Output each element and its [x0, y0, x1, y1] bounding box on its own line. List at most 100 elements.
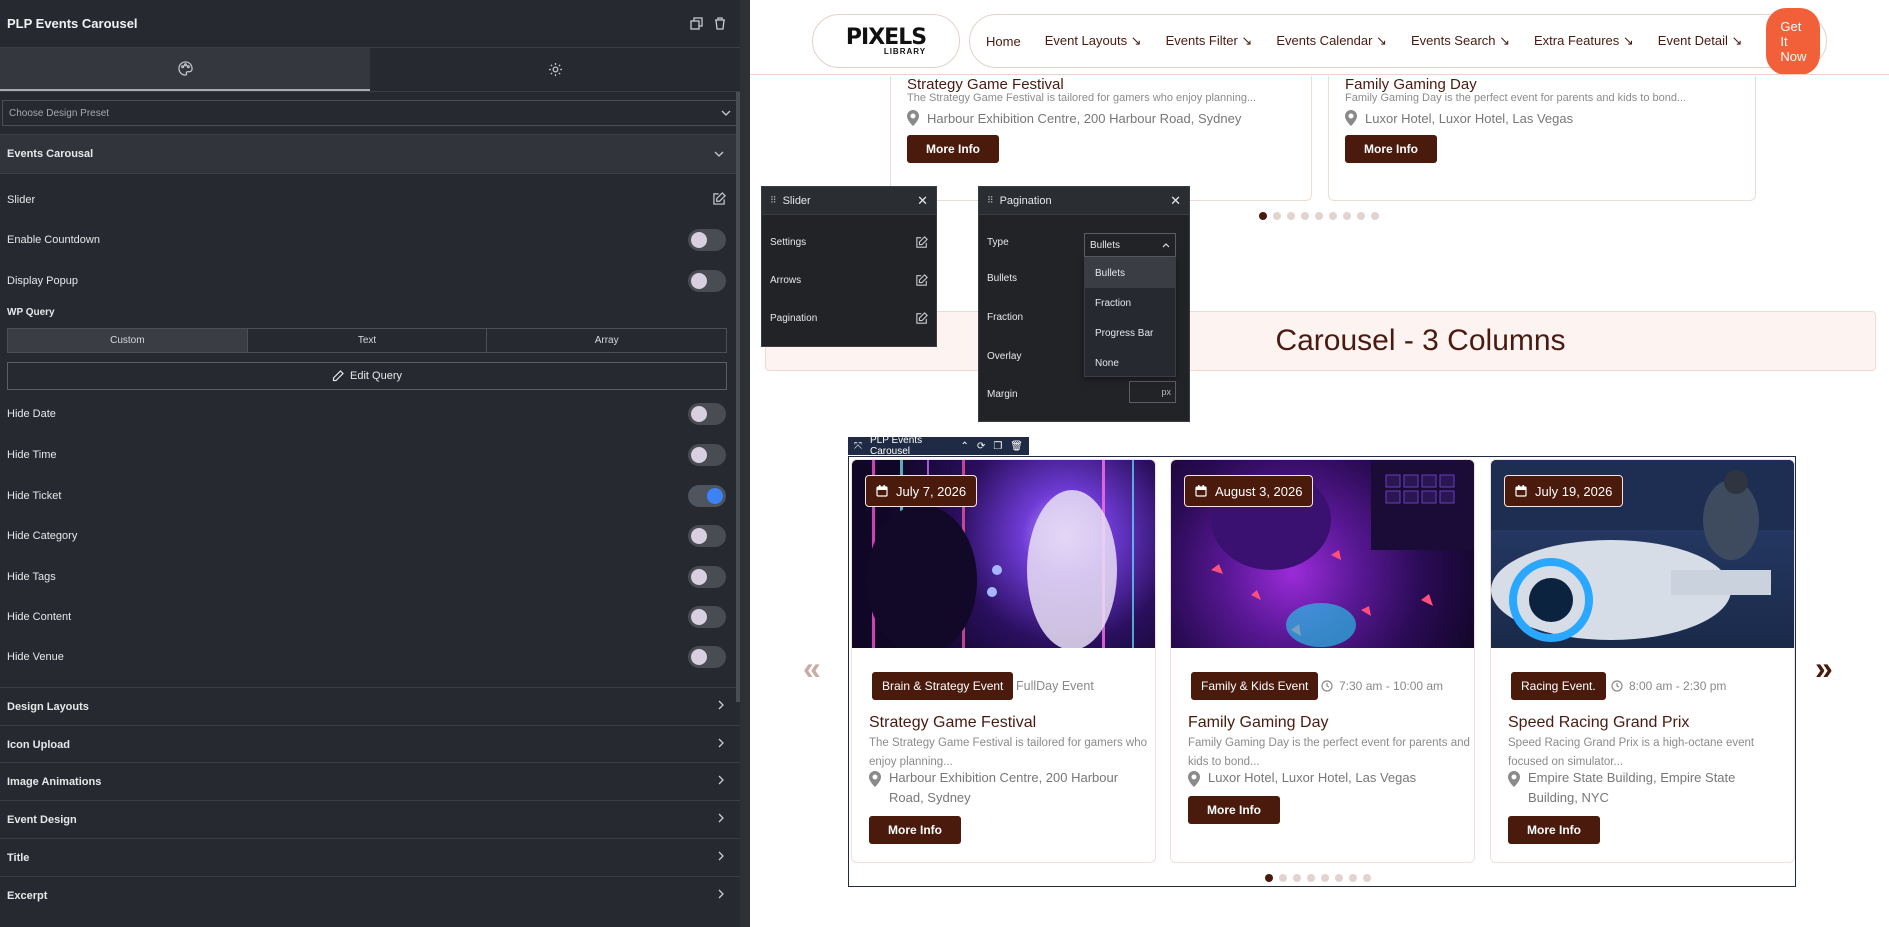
widget-label[interactable]: PLP Events Carousel — [870, 435, 953, 457]
display-popup-toggle[interactable] — [688, 270, 726, 292]
event-title[interactable]: Family Gaming Day — [1188, 714, 1328, 732]
edit-icon[interactable] — [916, 274, 928, 286]
pagination-bullet[interactable] — [1321, 874, 1329, 882]
close-icon[interactable]: ✕ — [1170, 193, 1181, 209]
duplicate-icon[interactable]: ❐ — [993, 441, 1002, 452]
tab-settings[interactable] — [370, 48, 740, 91]
event-venue: Luxor Hotel, Luxor Hotel, Las Vegas — [1345, 110, 1573, 126]
clock-icon — [1611, 680, 1623, 692]
pagination-bullet[interactable] — [1315, 212, 1323, 220]
dropdown-option-none[interactable]: None — [1085, 348, 1175, 378]
nav-events-calendar[interactable]: Events Calendar ↘ — [1276, 33, 1387, 49]
pagination-bullet[interactable] — [1363, 874, 1371, 882]
query-mode-array[interactable]: Array — [487, 329, 726, 352]
site-logo[interactable]: PIXELS LIBRARY — [812, 14, 960, 68]
margin-input[interactable]: px — [1129, 381, 1176, 403]
pagination-bullet[interactable] — [1307, 874, 1315, 882]
nav-extra-features[interactable]: Extra Features ↘ — [1534, 33, 1634, 49]
hide-tags-toggle[interactable] — [688, 566, 726, 588]
edit-icon[interactable] — [713, 192, 726, 208]
more-info-button[interactable]: More Info — [907, 135, 999, 163]
edit-icon[interactable] — [916, 236, 928, 248]
section-excerpt[interactable]: Excerpt — [0, 876, 740, 914]
popup-row-label: Type — [987, 237, 1009, 248]
event-category[interactable]: Family & Kids Event — [1191, 672, 1319, 700]
pagination-bullet[interactable] — [1279, 874, 1287, 882]
carousel-next-arrow[interactable]: » — [1815, 650, 1833, 687]
more-info-button[interactable]: More Info — [1508, 816, 1600, 844]
pagination-bullet[interactable] — [1343, 212, 1351, 220]
trash-icon[interactable]: 🗑 — [1010, 441, 1023, 452]
pagination-bullet[interactable] — [1259, 212, 1267, 220]
chevron-up-icon[interactable]: ⌃ — [961, 441, 969, 452]
pagination-bullet[interactable] — [1301, 212, 1309, 220]
pagination-bullet[interactable] — [1273, 212, 1281, 220]
toggle-label: Hide Time — [7, 449, 57, 461]
event-excerpt: The Strategy Game Festival is tailored f… — [907, 92, 1257, 104]
nav-events-search[interactable]: Events Search ↘ — [1411, 33, 1510, 49]
enable-countdown-toggle[interactable] — [688, 229, 726, 251]
pagination-bullet[interactable] — [1335, 874, 1343, 882]
design-preset-select[interactable]: Choose Design Preset — [2, 100, 738, 126]
hide-date-toggle[interactable] — [688, 403, 726, 425]
pagination-bullet[interactable] — [1265, 874, 1273, 882]
hide-time-toggle[interactable] — [688, 444, 726, 466]
event-title[interactable]: Speed Racing Grand Prix — [1508, 714, 1689, 732]
more-info-button[interactable]: More Info — [1188, 796, 1280, 824]
hide-content-toggle[interactable] — [688, 606, 726, 628]
calendar-icon — [1195, 485, 1207, 497]
duplicate-icon[interactable] — [684, 12, 708, 36]
close-icon[interactable]: ✕ — [917, 193, 928, 209]
drag-handle-icon[interactable]: ⠿ — [987, 195, 994, 206]
pagination-bullet[interactable] — [1357, 212, 1365, 220]
nav-event-detail[interactable]: Event Detail ↘ — [1658, 33, 1743, 49]
event-category[interactable]: Racing Event. — [1511, 672, 1606, 700]
nav-home[interactable]: Home — [986, 34, 1021, 49]
carousel-prev-arrow[interactable]: « — [803, 650, 821, 687]
more-info-button[interactable]: More Info — [1345, 135, 1437, 163]
section-title-style[interactable]: Title — [0, 838, 740, 876]
event-title[interactable]: Strategy Game Festival — [907, 76, 1064, 93]
clock-icon — [1321, 680, 1333, 692]
pagination-type-dropdown: Bullets Fraction Progress Bar None — [1084, 257, 1176, 377]
tab-style[interactable] — [0, 48, 370, 91]
section-icon-upload[interactable]: Icon Upload — [0, 725, 740, 763]
edit-query-button[interactable]: Edit Query — [7, 362, 727, 390]
venue-text: Luxor Hotel, Luxor Hotel, Las Vegas — [1365, 110, 1574, 126]
pagination-bullet[interactable] — [1329, 212, 1337, 220]
pagination-bullet[interactable] — [1293, 874, 1301, 882]
section-event-design[interactable]: Event Design — [0, 800, 740, 838]
trash-icon[interactable] — [708, 12, 732, 36]
gear-icon — [548, 62, 562, 77]
pagination-bullet[interactable] — [1371, 212, 1379, 220]
dropdown-option-fraction[interactable]: Fraction — [1085, 288, 1175, 318]
edit-icon[interactable] — [916, 312, 928, 324]
section-label: Design Layouts — [7, 700, 89, 713]
panel-resize-handle[interactable] — [740, 0, 750, 927]
hide-category-toggle[interactable] — [688, 525, 726, 547]
popup-row-label: Settings — [770, 236, 807, 248]
nav-events-filter[interactable]: Events Filter ↘ — [1166, 33, 1253, 49]
dropdown-option-progress-bar[interactable]: Progress Bar — [1085, 318, 1175, 348]
section-image-animations[interactable]: Image Animations — [0, 762, 740, 800]
hide-ticket-toggle[interactable] — [688, 485, 726, 507]
dropdown-option-bullets[interactable]: Bullets — [1085, 258, 1175, 288]
event-title[interactable]: Strategy Game Festival — [869, 714, 1036, 732]
query-mode-custom[interactable]: Custom — [8, 329, 248, 352]
event-category[interactable]: Brain & Strategy Event — [872, 672, 1014, 700]
pagination-type-select[interactable]: Bullets — [1084, 233, 1176, 257]
move-icon[interactable]: ⤧ — [854, 441, 862, 452]
nav-event-layouts[interactable]: Event Layouts ↘ — [1045, 33, 1142, 49]
more-info-button[interactable]: More Info — [869, 816, 961, 844]
refresh-icon[interactable]: ⟳ — [977, 441, 985, 452]
section-design-layouts[interactable]: Design Layouts — [0, 687, 740, 725]
event-title[interactable]: Family Gaming Day — [1345, 76, 1477, 93]
drag-handle-icon[interactable]: ⠿ — [770, 195, 777, 206]
query-mode-text[interactable]: Text — [248, 329, 488, 352]
pagination-bullet[interactable] — [1287, 212, 1295, 220]
get-it-now-button[interactable]: Get It Now — [1766, 7, 1821, 75]
pagination-bullet[interactable] — [1349, 874, 1357, 882]
section-events-carousal[interactable]: Events Carousal — [0, 134, 740, 174]
event-excerpt: The Strategy Game Festival is tailored f… — [869, 737, 1148, 768]
hide-venue-toggle[interactable] — [688, 646, 726, 668]
